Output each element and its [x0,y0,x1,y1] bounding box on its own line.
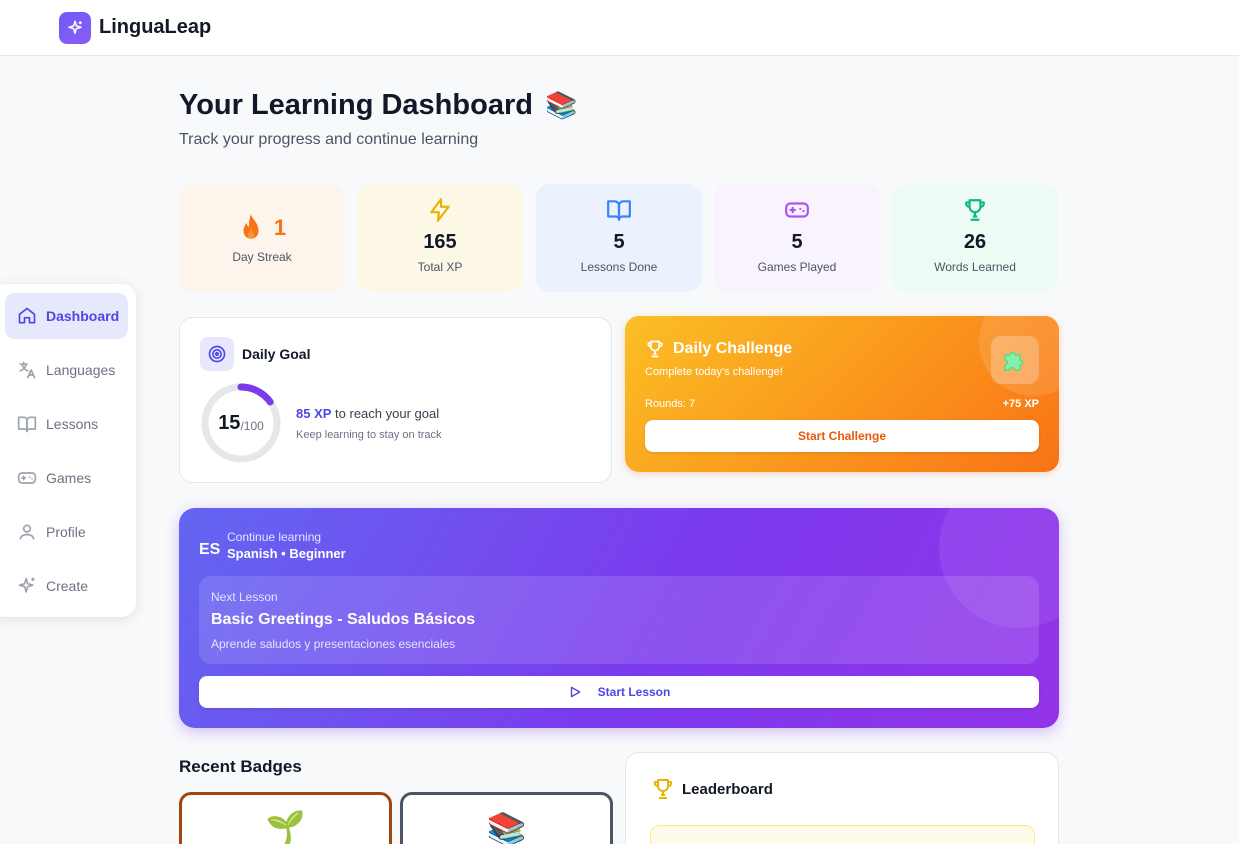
sparkles-icon [18,577,35,593]
sidebar-item-create[interactable]: Create [5,563,128,609]
trophy-icon [645,339,665,364]
continue-label: Continue learning [227,530,322,544]
stat-label: Total XP [417,260,463,274]
gamepad-icon [785,202,809,218]
gamepad-icon [17,472,37,484]
sidebar-item-languages[interactable]: Languages [5,347,128,393]
challenge-reward: +75 XP [1002,398,1039,410]
seedling-icon: 🌱 [265,809,306,844]
sidebar-nav: Dashboard Languages Lessons Games Profil… [0,284,136,617]
leaderboard-entry[interactable] [650,825,1035,844]
page-title: Your Learning Dashboard 📚 [179,89,578,121]
goal-remaining: 85 XP to reach your goal [296,406,440,421]
goal-current: 15 [218,411,241,434]
sidebar-item-lessons[interactable]: Lessons [5,401,128,447]
goal-progress-ring: 15/100 [200,382,282,464]
puzzle-icon [991,336,1039,384]
daily-goal-card: Daily Goal 15/100 85 XP to reach your go… [179,317,612,483]
goal-target: /100 [240,419,264,433]
trophy-icon [965,199,985,221]
lightning-icon [430,198,450,222]
lesson-description: Aprende saludos y presentaciones esencia… [211,637,456,651]
sidebar-item-games[interactable]: Games [5,455,128,501]
sidebar-item-label: Profile [46,524,86,540]
sidebar-item-label: Lessons [46,416,99,432]
sidebar-item-label: Languages [46,362,116,378]
stat-value: 26 [963,231,987,253]
leaderboard-title: Leaderboard [682,781,773,798]
stat-value: 5 [791,231,803,253]
recent-badges-title: Recent Badges [179,757,302,776]
leaderboard-card: Leaderboard [625,752,1059,844]
stat-card-xp: 165 Total XP [357,184,523,292]
app-name[interactable]: LinguaLeap [99,16,211,39]
target-icon [200,337,234,371]
goal-hint: Keep learning to stay on track [296,429,442,441]
continue-learning-card: ES Continue learning Spanish • Beginner … [179,508,1059,728]
fire-icon [243,214,259,239]
stat-label: Lessons Done [580,260,658,274]
sidebar-item-label: Create [46,578,89,594]
play-icon [570,686,581,698]
sparkles-icon [68,20,82,34]
stat-value: 5 [613,231,625,253]
translate-icon [19,361,36,379]
app-logo[interactable] [59,12,91,44]
stat-label: Day Streak [232,250,292,264]
trophy-icon [651,777,675,806]
stat-label: Words Learned [934,260,1016,274]
daily-challenge-card: Daily Challenge Complete today's challen… [625,316,1059,472]
challenge-rounds: Rounds: 7 [645,398,696,410]
top-bar: LinguaLeap [0,0,1239,56]
stat-value: 165 [423,231,457,253]
start-lesson-button[interactable]: Start Lesson [199,676,1039,708]
books-icon: 📚 [486,811,527,844]
next-lesson-label: Next Lesson [211,590,278,604]
daily-goal-title: Daily Goal [242,346,311,362]
book-icon [17,416,37,433]
next-lesson-panel[interactable]: Next Lesson Basic Greetings - Saludos Bá… [199,576,1039,664]
books-emoji-icon: 📚 [544,90,578,120]
stat-card-lessons: 5 Lessons Done [536,184,702,292]
start-challenge-button[interactable]: Start Challenge [645,420,1039,452]
user-icon [19,524,35,540]
challenge-subtitle: Complete today's challenge! [645,366,783,378]
badge-card[interactable]: 📚 [400,792,613,844]
sidebar-item-profile[interactable]: Profile [5,509,128,555]
stat-value: 1 [273,215,287,240]
challenge-title: Daily Challenge [673,340,793,357]
language-flag: ES [199,541,221,558]
stat-card-words: 26 Words Learned [892,184,1058,292]
sidebar-item-label: Games [46,470,92,486]
lesson-title: Basic Greetings - Saludos Básicos [211,611,476,628]
stat-card-games: 5 Games Played [714,184,880,292]
book-icon [607,200,631,221]
course-name: Spanish • Beginner [227,546,346,561]
stat-label: Games Played [757,260,837,274]
badge-card[interactable]: 🌱 [179,792,392,844]
stat-card-streak: 1 Day Streak [179,184,345,292]
page-subtitle: Track your progress and continue learnin… [179,131,479,148]
home-icon [18,307,36,324]
sidebar-item-label: Dashboard [46,308,120,324]
sidebar-item-dashboard[interactable]: Dashboard [5,293,128,339]
